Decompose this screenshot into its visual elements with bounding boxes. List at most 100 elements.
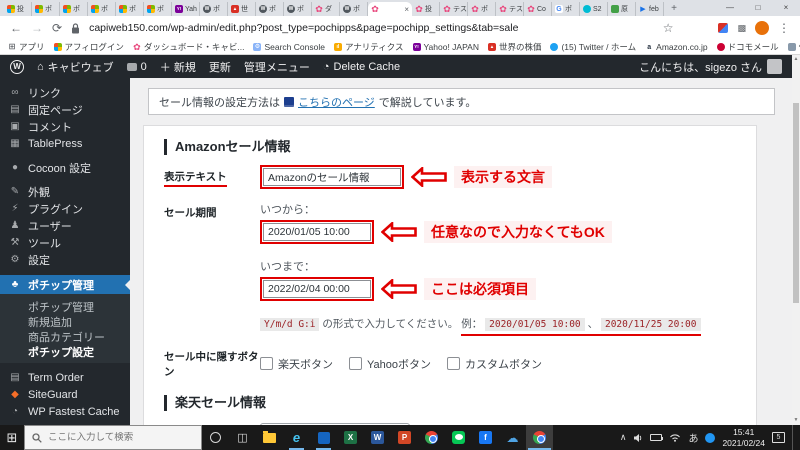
browser-menu-icon[interactable]: ⋮ — [778, 21, 790, 35]
admin-menu-button[interactable]: 管理メニュー — [244, 59, 310, 75]
checkbox-icon[interactable] — [349, 357, 362, 370]
taskbar-app-ie[interactable] — [283, 425, 310, 450]
scroll-down-icon[interactable]: ▼ — [792, 416, 800, 425]
wordpress-logo-icon[interactable]: W — [10, 59, 24, 74]
close-button[interactable]: × — [772, 0, 800, 16]
browser-tab[interactable]: feb × — [636, 2, 664, 16]
taskbar-app-notes[interactable] — [310, 425, 337, 450]
bookmark-item[interactable]: アナリティクス — [333, 41, 404, 53]
reload-icon[interactable]: ⟳ — [52, 21, 62, 35]
bookmark-item[interactable]: Yahoo! JAPAN — [412, 42, 479, 52]
taskbar-app-facebook[interactable] — [472, 425, 499, 450]
taskbar-app-chrome[interactable] — [418, 425, 445, 450]
browser-tab[interactable]: ポ × — [88, 2, 116, 16]
extension-split-icon[interactable] — [718, 23, 729, 33]
start-button[interactable]: ⊞ — [0, 430, 24, 446]
maximize-button[interactable]: □ — [744, 0, 772, 16]
show-desktop-button[interactable] — [792, 425, 796, 450]
browser-tab[interactable]: ポ × — [468, 2, 496, 16]
volume-icon[interactable] — [633, 433, 643, 443]
browser-tab[interactable]: Yah × — [172, 2, 200, 16]
bookmark-item[interactable]: 伝助（令和3年度... — [787, 41, 800, 53]
sidebar-item-pages[interactable]: ▤ 固定ページ — [0, 101, 130, 118]
browser-tab[interactable]: ポ × — [144, 2, 172, 16]
new-tab-button[interactable]: + — [664, 2, 684, 16]
extensions-puzzle-icon[interactable]: ▩ — [737, 23, 746, 34]
browser-tab[interactable]: S2 × — [580, 2, 608, 16]
bookmark-item[interactable]: アプリ — [8, 41, 45, 53]
browser-tab[interactable]: 投 × — [412, 2, 440, 16]
wifi-icon[interactable] — [669, 433, 681, 442]
taskbar-clock[interactable]: 15:41 2021/02/24 — [722, 427, 765, 448]
browser-tab[interactable]: × — [368, 2, 412, 16]
taskbar-app-word[interactable] — [364, 425, 391, 450]
sidebar-item-appearance[interactable]: ✎ 外観 — [0, 183, 130, 200]
bookmark-item[interactable]: アフィログイン — [53, 41, 124, 53]
sidebar-item-cocoon[interactable]: ● Cocoon 設定 — [0, 159, 130, 176]
battery-icon[interactable] — [650, 434, 664, 441]
taskbar-app-powerpoint[interactable] — [391, 425, 418, 450]
browser-tab[interactable]: ポ × — [552, 2, 580, 16]
taskbar-app-onedrive[interactable] — [499, 425, 526, 450]
taskbar-app-cortana[interactable] — [202, 425, 229, 450]
bookmark-item[interactable]: Search Console — [253, 42, 325, 52]
browser-tab[interactable]: ポ × — [32, 2, 60, 16]
tab-close-icon[interactable]: × — [404, 5, 409, 14]
browser-tab[interactable]: Co × — [524, 2, 552, 16]
browser-tab[interactable]: 世 × — [228, 2, 256, 16]
scrollbar-thumb[interactable] — [793, 103, 799, 303]
forward-icon[interactable]: → — [31, 21, 43, 35]
checkbox-icon[interactable] — [260, 357, 273, 370]
minimize-button[interactable]: — — [716, 0, 744, 16]
sidebar-submenu-item[interactable]: ポチップ設定 — [0, 342, 130, 359]
back-icon[interactable]: ← — [10, 21, 22, 35]
checkbox-custom-button[interactable]: カスタムボタン — [447, 356, 542, 372]
sidebar-item-tablepress[interactable]: ▦ TablePress — [0, 135, 130, 152]
sidebar-item-tools[interactable]: ⚒ ツール — [0, 234, 130, 251]
taskbar-app-excel[interactable] — [337, 425, 364, 450]
browser-tab[interactable]: ポ × — [340, 2, 368, 16]
sidebar-submenu-item[interactable]: ポチップ管理 — [0, 297, 130, 314]
checkbox-rakuten-button[interactable]: 楽天ボタン — [260, 356, 333, 372]
bookmark-item[interactable]: (15) Twitter / ホーム — [550, 41, 636, 53]
browser-tab[interactable]: テス × — [496, 2, 524, 16]
search-input[interactable] — [48, 432, 178, 443]
browser-tab[interactable]: 投 × — [4, 2, 32, 16]
sidebar-item-settings[interactable]: ⚙ 設定 — [0, 251, 130, 268]
bookmark-item[interactable]: ドコモメール — [716, 41, 779, 53]
delete-cache-button[interactable]: ◔ Delete Cache — [323, 61, 400, 73]
sidebar-item-term-order[interactable]: ▤ Term Order — [0, 369, 130, 386]
page-scrollbar[interactable]: ▲ ▼ — [792, 55, 800, 425]
browser-tab[interactable]: ポ × — [116, 2, 144, 16]
bookmark-item[interactable]: Amazon.co.jp — [645, 42, 708, 52]
ime-indicator[interactable]: あ — [688, 430, 698, 445]
site-name-link[interactable]: ⌂ キャビウェブ — [37, 59, 114, 75]
sidebar-item-pochipp-admin[interactable]: ♣ ポチップ管理 — [0, 275, 130, 294]
sidebar-submenu-item[interactable]: 商品カテゴリー — [0, 327, 130, 344]
taskbar-search[interactable] — [24, 425, 202, 450]
sidebar-item-comments[interactable]: ▣ コメント — [0, 118, 130, 135]
address-bar[interactable]: capiweb150.com/wp-admin/edit.php?post_ty… — [89, 22, 654, 34]
new-content-button[interactable]: ＋ 新規 — [160, 59, 196, 75]
comments-indicator[interactable]: 0 — [126, 61, 147, 73]
taskbar-app-explorer[interactable] — [256, 425, 283, 450]
browser-tab[interactable]: ポ × — [200, 2, 228, 16]
sidebar-item-plugins[interactable]: ⚡ プラグイン — [0, 200, 130, 217]
bookmark-star-icon[interactable]: ☆ — [663, 21, 674, 35]
tray-chevron-icon[interactable]: ∧ — [620, 432, 627, 443]
taskbar-app-chrome-active[interactable] — [526, 425, 553, 450]
display-text-input[interactable] — [263, 168, 401, 186]
profile-avatar[interactable] — [755, 21, 769, 35]
updates-button[interactable]: 更新 — [209, 59, 231, 75]
action-center-icon[interactable]: 5 — [772, 432, 785, 443]
taskbar-app-line[interactable] — [445, 425, 472, 450]
bookmark-item[interactable]: ダッシュボード・キャビ... — [133, 41, 245, 53]
sidebar-item-siteguard[interactable]: ◆ SiteGuard — [0, 386, 130, 403]
browser-tab[interactable]: ダ × — [312, 2, 340, 16]
browser-tab[interactable]: ポ × — [60, 2, 88, 16]
browser-tab[interactable]: 原 × — [608, 2, 636, 16]
checkbox-yahoo-button[interactable]: Yahooボタン — [349, 356, 431, 372]
sidebar-item-users[interactable]: ♟ ユーザー — [0, 217, 130, 234]
help-page-link[interactable]: こちらのページ — [298, 94, 375, 110]
browser-tab[interactable]: ポ × — [284, 2, 312, 16]
